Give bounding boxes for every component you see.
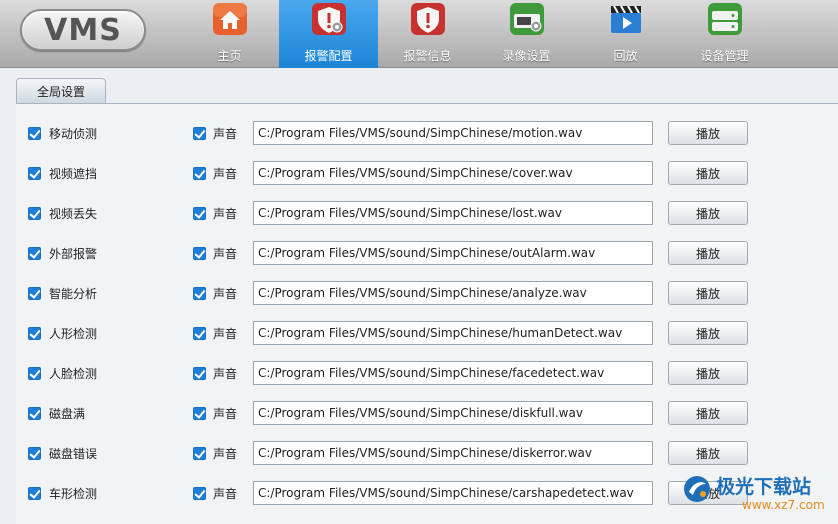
sound-enable-checkbox[interactable] bbox=[193, 127, 206, 140]
sound-label: 声音 bbox=[213, 127, 238, 141]
alarm-enable-checkbox[interactable] bbox=[28, 287, 41, 300]
record-settings-icon bbox=[509, 3, 544, 35]
alarm-enable-checkbox[interactable] bbox=[28, 247, 41, 260]
play-button[interactable]: 播放 bbox=[668, 121, 748, 145]
alarm-enable-checkbox[interactable] bbox=[28, 167, 41, 180]
content-area: 全局设置 移动侦测 声音 C:/Program Files/VMS/sound/… bbox=[16, 78, 838, 524]
play-button[interactable]: 播放 bbox=[668, 201, 748, 225]
alarm-enable-checkbox[interactable] bbox=[28, 367, 41, 380]
alarm-info-icon bbox=[410, 3, 445, 35]
alarm-enable-checkbox[interactable] bbox=[28, 207, 41, 220]
nav-label-playback: 回放 bbox=[613, 49, 638, 63]
watermark-logo-icon bbox=[684, 476, 710, 502]
alarm-row: 磁盘错误 声音 C:/Program Files/VMS/sound/SimpC… bbox=[16, 432, 838, 472]
nav-label-home: 主页 bbox=[217, 49, 242, 63]
main-nav: 主页 报警配置 报警信息 录像设置 回放 设备管理 bbox=[180, 0, 774, 68]
sound-path-input[interactable]: C:/Program Files/VMS/sound/SimpChinese/h… bbox=[253, 321, 653, 345]
play-button[interactable]: 播放 bbox=[668, 361, 748, 385]
alarm-type-label: 磁盘满 bbox=[49, 407, 86, 421]
sound-label: 声音 bbox=[213, 487, 238, 501]
sound-path-input[interactable]: C:/Program Files/VMS/sound/SimpChinese/d… bbox=[253, 401, 653, 425]
sound-path-input[interactable]: C:/Program Files/VMS/sound/SimpChinese/m… bbox=[253, 121, 653, 145]
nav-item-alarm-info[interactable]: 报警信息 bbox=[378, 0, 477, 68]
sound-enable-checkbox[interactable] bbox=[193, 287, 206, 300]
nav-item-home[interactable]: 主页 bbox=[180, 0, 279, 68]
play-button[interactable]: 播放 bbox=[668, 441, 748, 465]
alarm-row: 人脸检测 声音 C:/Program Files/VMS/sound/SimpC… bbox=[16, 352, 838, 392]
play-button[interactable]: 播放 bbox=[668, 241, 748, 265]
alarm-enable-checkbox[interactable] bbox=[28, 407, 41, 420]
sound-label: 声音 bbox=[213, 207, 238, 221]
sound-enable-checkbox[interactable] bbox=[193, 487, 206, 500]
alarm-config-icon bbox=[311, 3, 346, 35]
alarm-type-label: 智能分析 bbox=[49, 287, 98, 301]
home-icon bbox=[212, 3, 247, 35]
watermark-url: www.xz7.com bbox=[742, 498, 825, 512]
playback-icon bbox=[610, 5, 641, 33]
alarm-type-label: 人脸检测 bbox=[49, 367, 98, 381]
sound-path-input[interactable]: C:/Program Files/VMS/sound/SimpChinese/l… bbox=[253, 201, 653, 225]
alarm-row: 磁盘满 声音 C:/Program Files/VMS/sound/SimpCh… bbox=[16, 392, 838, 432]
nav-label-record-settings: 录像设置 bbox=[502, 49, 551, 63]
tab-global-settings[interactable]: 全局设置 bbox=[16, 78, 106, 103]
alarm-enable-checkbox[interactable] bbox=[28, 447, 41, 460]
alarm-enable-checkbox[interactable] bbox=[28, 327, 41, 340]
alarm-type-label: 外部报警 bbox=[49, 247, 98, 261]
play-button[interactable]: 播放 bbox=[668, 281, 748, 305]
sound-path-input[interactable]: C:/Program Files/VMS/sound/SimpChinese/f… bbox=[253, 361, 653, 385]
alarm-enable-checkbox[interactable] bbox=[28, 487, 41, 500]
sound-path-input[interactable]: C:/Program Files/VMS/sound/SimpChinese/a… bbox=[253, 281, 653, 305]
nav-label-alarm-info: 报警信息 bbox=[403, 49, 452, 63]
sound-label: 声音 bbox=[213, 287, 238, 301]
alarm-sound-panel: 移动侦测 声音 C:/Program Files/VMS/sound/SimpC… bbox=[16, 103, 838, 524]
alarm-enable-checkbox[interactable] bbox=[28, 127, 41, 140]
play-button[interactable]: 播放 bbox=[668, 401, 748, 425]
alarm-row: 智能分析 声音 C:/Program Files/VMS/sound/SimpC… bbox=[16, 272, 838, 312]
play-button[interactable]: 播放 bbox=[668, 161, 748, 185]
alarm-type-label: 车形检测 bbox=[49, 487, 98, 501]
sound-label: 声音 bbox=[213, 367, 238, 381]
watermark: 极光下载站 www.xz7.com bbox=[682, 470, 832, 520]
nav-label-device-management: 设备管理 bbox=[700, 49, 749, 63]
alarm-row: 外部报警 声音 C:/Program Files/VMS/sound/SimpC… bbox=[16, 232, 838, 272]
sound-enable-checkbox[interactable] bbox=[193, 407, 206, 420]
vms-logo: VMS bbox=[20, 9, 146, 51]
logo-text: VMS bbox=[44, 12, 122, 48]
alarm-row: 视频丢失 声音 C:/Program Files/VMS/sound/SimpC… bbox=[16, 192, 838, 232]
nav-label-alarm-config: 报警配置 bbox=[304, 49, 353, 63]
sound-path-input[interactable]: C:/Program Files/VMS/sound/SimpChinese/o… bbox=[253, 241, 653, 265]
nav-item-playback[interactable]: 回放 bbox=[576, 0, 675, 68]
alarm-row: 人形检测 声音 C:/Program Files/VMS/sound/SimpC… bbox=[16, 312, 838, 352]
alarm-row: 视频遮挡 声音 C:/Program Files/VMS/sound/SimpC… bbox=[16, 152, 838, 192]
sound-enable-checkbox[interactable] bbox=[193, 367, 206, 380]
sound-enable-checkbox[interactable] bbox=[193, 207, 206, 220]
alarm-type-label: 视频遮挡 bbox=[49, 167, 98, 181]
alarm-type-label: 磁盘错误 bbox=[49, 447, 98, 461]
top-bar: VMS 主页 报警配置 报警信息 录像设置 回放 设备管理 bbox=[0, 0, 838, 68]
nav-item-device-management[interactable]: 设备管理 bbox=[675, 0, 774, 68]
sound-path-input[interactable]: C:/Program Files/VMS/sound/SimpChinese/c… bbox=[253, 481, 653, 505]
nav-item-alarm-config[interactable]: 报警配置 bbox=[279, 0, 378, 68]
sound-enable-checkbox[interactable] bbox=[193, 247, 206, 260]
nav-item-record-settings[interactable]: 录像设置 bbox=[477, 0, 576, 68]
alarm-type-label: 视频丢失 bbox=[49, 207, 98, 221]
sound-label: 声音 bbox=[213, 407, 238, 421]
play-button[interactable]: 播放 bbox=[668, 321, 748, 345]
watermark-name: 极光下载站 bbox=[716, 476, 812, 498]
sound-enable-checkbox[interactable] bbox=[193, 447, 206, 460]
sound-label: 声音 bbox=[213, 167, 238, 181]
sound-enable-checkbox[interactable] bbox=[193, 327, 206, 340]
sound-label: 声音 bbox=[213, 327, 238, 341]
sound-enable-checkbox[interactable] bbox=[193, 167, 206, 180]
device-management-icon bbox=[707, 3, 742, 35]
alarm-type-label: 人形检测 bbox=[49, 327, 98, 341]
sound-path-input[interactable]: C:/Program Files/VMS/sound/SimpChinese/d… bbox=[253, 441, 653, 465]
sound-label: 声音 bbox=[213, 447, 238, 461]
sound-path-input[interactable]: C:/Program Files/VMS/sound/SimpChinese/c… bbox=[253, 161, 653, 185]
alarm-row: 移动侦测 声音 C:/Program Files/VMS/sound/SimpC… bbox=[16, 112, 838, 152]
sound-label: 声音 bbox=[213, 247, 238, 261]
alarm-type-label: 移动侦测 bbox=[49, 127, 98, 141]
